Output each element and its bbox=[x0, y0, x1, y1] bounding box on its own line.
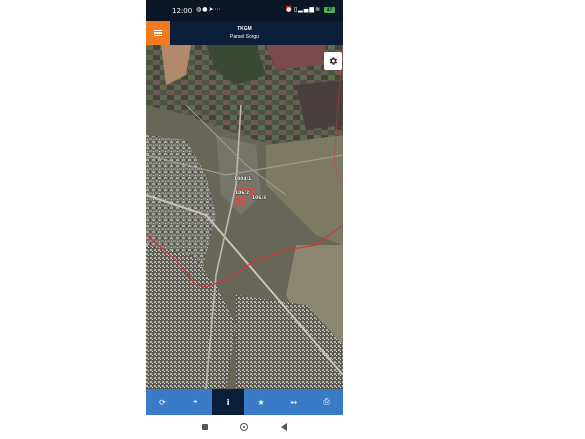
map-imagery bbox=[146, 45, 343, 389]
locate-icon: ⌖ bbox=[192, 397, 198, 406]
info-button[interactable]: i bbox=[211, 389, 245, 415]
parcel-label: 106/2 bbox=[235, 191, 250, 196]
status-right-icons: ⏰▯▂▄▆≋ bbox=[285, 6, 321, 13]
battery-icon: 47 bbox=[324, 7, 335, 13]
app-title: TKGM bbox=[237, 26, 252, 32]
phone-screen: 12:00 ◍●➤⋯ ⏰▯▂▄▆≋ 47 TKGM Parsel Sorgu 1… bbox=[146, 0, 343, 439]
print-button[interactable]: ⎙ bbox=[310, 389, 343, 415]
star-icon: ★ bbox=[257, 397, 265, 407]
bottom-toolbar: ⟳ ⌖ i ★ ↔ ⎙ bbox=[146, 389, 343, 415]
gear-icon bbox=[329, 57, 337, 65]
wifi-icon: ≋ bbox=[314, 6, 321, 13]
measure-icon: ↔ bbox=[290, 397, 298, 407]
parcel-label: 106/3 bbox=[252, 196, 267, 201]
satellite-map[interactable]: 1004/1 106/2 106/3 bbox=[146, 45, 343, 389]
alarm-icon: ⏰ bbox=[285, 6, 294, 13]
status-left-icons: ◍●➤⋯ bbox=[196, 6, 222, 13]
app-subtitle: Parsel Sorgu bbox=[230, 34, 259, 40]
refresh-button[interactable]: ⟳ bbox=[146, 389, 179, 415]
signal-icon: ▂▄▆ bbox=[298, 6, 315, 13]
parcel-label: 1004/1 bbox=[234, 177, 252, 182]
app-bar: TKGM Parsel Sorgu bbox=[146, 21, 343, 45]
refresh-icon: ⟳ bbox=[159, 397, 166, 407]
more-icon: ⋯ bbox=[214, 6, 222, 13]
favorites-button[interactable]: ★ bbox=[244, 389, 277, 415]
print-icon: ⎙ bbox=[323, 397, 330, 406]
android-nav-bar bbox=[146, 415, 343, 439]
info-icon: i bbox=[226, 397, 230, 407]
status-time: 12:00 bbox=[172, 7, 193, 15]
status-bar: 12:00 ◍●➤⋯ ⏰▯▂▄▆≋ 47 bbox=[146, 0, 343, 21]
measure-button[interactable]: ↔ bbox=[277, 389, 310, 415]
map-settings-button[interactable] bbox=[324, 52, 342, 70]
menu-button[interactable] bbox=[146, 21, 170, 45]
recent-apps-button[interactable] bbox=[202, 424, 209, 430]
home-button[interactable] bbox=[240, 423, 249, 431]
back-button[interactable] bbox=[280, 423, 287, 431]
locate-button[interactable]: ⌖ bbox=[179, 389, 212, 415]
